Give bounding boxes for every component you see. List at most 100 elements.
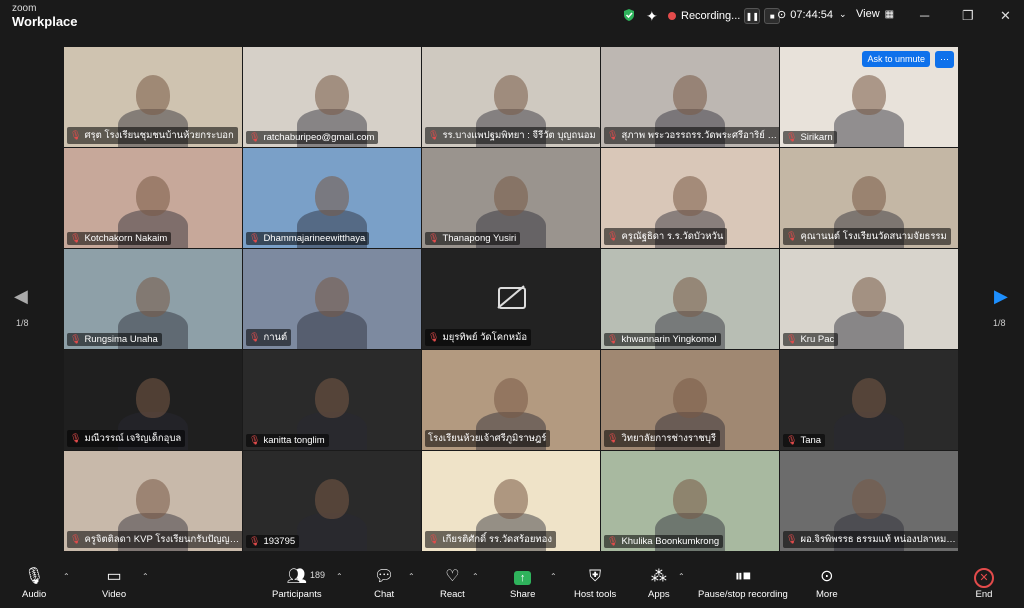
- minimize-button[interactable]: ─: [920, 8, 929, 23]
- react-options-caret-icon[interactable]: ⌃: [472, 572, 479, 581]
- muted-mic-icon: 🎙︎: [428, 130, 440, 140]
- participant-name-label: 🎙︎ Tana: [783, 434, 826, 447]
- ask-to-unmute-button[interactable]: Ask to unmute: [862, 51, 930, 67]
- muted-mic-icon: 🎙︎: [607, 334, 619, 344]
- host-tools-button[interactable]: ⛨ Host tools: [574, 566, 616, 600]
- pause-stop-recording-button[interactable]: ⏸⏹ Pause/stop recording: [698, 566, 788, 600]
- participant-name-label: 🎙︎ 193795: [246, 535, 300, 548]
- participant-name-label: 🎙︎ Sirikarn: [783, 131, 837, 144]
- more-button[interactable]: ⊙ More: [816, 566, 838, 600]
- recording-dot-icon: [668, 12, 676, 20]
- grid-icon: ▦: [884, 8, 895, 20]
- muted-mic-icon: 🎙︎: [70, 334, 82, 344]
- muted-mic-icon: 🎙︎: [786, 334, 798, 344]
- participants-options-caret-icon[interactable]: ⌃: [336, 572, 343, 581]
- participant-head: [673, 378, 707, 418]
- participant-name-label: 🎙︎ ครูจิตติลดา KVP โรงเรียนกรับปัญญาวงศ์.…: [67, 531, 242, 548]
- video-button[interactable]: ▭ Video: [102, 566, 126, 600]
- participant-tile[interactable]: 🎙︎ kanitta tonglim: [243, 350, 421, 450]
- participant-head: [136, 176, 170, 216]
- participant-head: [852, 176, 886, 216]
- participant-tile[interactable]: 🎙︎ คุณานนต์ โรงเรียนวัดสนามจัยธรรม: [780, 148, 958, 248]
- participant-tile[interactable]: 🎙︎ ผอ.จิรพิพรรธ ธรรมแท้ หน่องปลาหมอ...: [780, 451, 958, 551]
- participant-tile[interactable]: 🎙︎ ครูจิตติลดา KVP โรงเรียนกรับปัญญาวงศ์.…: [64, 451, 242, 551]
- muted-mic-icon: 🎙︎: [70, 130, 82, 140]
- audio-button[interactable]: 🎙︎ Audio: [22, 566, 46, 600]
- participant-tile[interactable]: 🎙︎ มณีวรรณ์ เจริญเด็กอุบล: [64, 350, 242, 450]
- participant-head: [673, 277, 707, 317]
- participant-tile[interactable]: 🎙︎ Tana: [780, 350, 958, 450]
- muted-mic-icon: 🎙︎: [786, 231, 798, 241]
- pause-recording-button[interactable]: ❚❚: [744, 8, 761, 24]
- participant-tile[interactable]: 🎙︎ 193795: [243, 451, 421, 551]
- muted-mic-icon: 🎙︎: [786, 435, 798, 445]
- participant-tile[interactable]: โรงเรียนห้วยเจ้าศรีภูมิราษฎร์: [422, 350, 600, 450]
- react-button[interactable]: ♡ React: [440, 566, 465, 600]
- next-page-arrow-icon[interactable]: ▶: [994, 286, 1008, 307]
- participant-tile[interactable]: 🎙︎ มยุรทิพย์ วัดโคกหม้อ: [422, 249, 600, 349]
- participant-tile[interactable]: 🎙︎ วิทยาลัยการช่างราชบุรี: [601, 350, 779, 450]
- previous-page-arrow-icon[interactable]: ◀: [14, 286, 28, 307]
- close-window-button[interactable]: ✕: [1000, 8, 1011, 24]
- share-button[interactable]: ↑ Share: [510, 566, 535, 600]
- participant-tile[interactable]: 🎙︎ ratchaburipeo@gmail.com: [243, 47, 421, 147]
- muted-mic-icon: 🎙︎: [70, 534, 82, 544]
- participant-tile[interactable]: 🎙︎ Dhammajarineewitthaya: [243, 148, 421, 248]
- apps-button[interactable]: ⁂ Apps: [648, 566, 670, 600]
- participant-name-label: 🎙︎ Kru Pac: [783, 333, 839, 346]
- view-button[interactable]: View ▦: [856, 8, 894, 20]
- video-options-caret-icon[interactable]: ⌃: [142, 572, 149, 581]
- participant-tile[interactable]: 🎙︎ รร.บางแพปฐมพิทยา : จีรีวัต บุญถนอม: [422, 47, 600, 147]
- tile-more-button[interactable]: ⋯: [935, 51, 954, 68]
- participant-name-label: 🎙︎ ศรุต โรงเรียนชุมชนบ้านห้วยกระบอก: [67, 127, 238, 144]
- participant-name-label: 🎙︎ Kotchakorn Nakaim: [67, 232, 172, 245]
- participant-tile[interactable]: 🎙︎ khwannarin Yingkomol: [601, 249, 779, 349]
- share-options-caret-icon[interactable]: ⌃: [550, 572, 557, 581]
- audio-options-caret-icon[interactable]: ⌃: [63, 572, 70, 581]
- participant-head: [315, 277, 349, 317]
- participant-tile[interactable]: 🎙︎ Thanapong Yusiri: [422, 148, 600, 248]
- muted-mic-icon: 🎙︎: [607, 231, 619, 241]
- participant-head: [852, 277, 886, 317]
- video-grid: 🎙︎ ศรุต โรงเรียนชุมชนบ้านห้วยกระบอก 🎙︎ ratc…: [64, 47, 960, 551]
- participant-name-label: 🎙︎ ratchaburipeo@gmail.com: [246, 131, 379, 144]
- participant-tile[interactable]: 🎙︎ Sirikarn Ask to unmute ⋯: [780, 47, 958, 147]
- meeting-timer[interactable]: ⊙ 07:44:54 ⌄: [777, 8, 847, 22]
- participant-name-label: 🎙︎ รร.บางแพปฐมพิทยา : จีรีวัต บุญถนอม: [425, 127, 600, 144]
- participant-tile[interactable]: 🎙︎ สุภาพ พระวอรรถรร.วัดพระศรีอาริย์ รา...: [601, 47, 779, 147]
- participant-head: [494, 378, 528, 418]
- participant-name-label: 🎙︎ กานต์: [246, 329, 292, 346]
- muted-mic-icon: 🎙︎: [249, 536, 261, 546]
- participant-tile[interactable]: 🎙︎ ศรุต โรงเรียนชุมชนบ้านห้วยกระบอก: [64, 47, 242, 147]
- participant-tile[interactable]: 🎙︎ Khulika Boonkumkrong: [601, 451, 779, 551]
- maximize-button[interactable]: ❐: [962, 8, 974, 24]
- participant-tile[interactable]: 🎙︎ เกียรติศักดิ์ รร.วัดสร้อยทอง: [422, 451, 600, 551]
- video-camera-icon: ▭: [106, 568, 122, 585]
- participant-name-label: 🎙︎ Rungsima Unaha: [67, 333, 162, 346]
- more-dots-icon: ⊙: [820, 568, 834, 585]
- muted-mic-icon: 🎙︎: [249, 132, 261, 142]
- participant-name-label: 🎙︎ Thanapong Yusiri: [425, 232, 521, 245]
- participant-head: [315, 176, 349, 216]
- encryption-shield-icon[interactable]: [622, 8, 636, 22]
- participant-tile[interactable]: 🎙︎ ครูณัฐธิดา ร.ร.วัดบัวหวัน: [601, 148, 779, 248]
- participant-name-label: 🎙︎ ผอ.จิรพิพรรธ ธรรมแท้ หน่องปลาหมอ...: [783, 531, 958, 548]
- participant-tile[interactable]: 🎙︎ Kru Pac: [780, 249, 958, 349]
- participant-name-label: 🎙︎ วิทยาลัยการช่างราชบุรี: [604, 430, 720, 447]
- participant-tile[interactable]: 🎙︎ Rungsima Unaha: [64, 249, 242, 349]
- ai-companion-icon[interactable]: ✦: [646, 8, 658, 25]
- chat-options-caret-icon[interactable]: ⌃: [408, 572, 415, 581]
- apps-icon: ⁂: [650, 568, 667, 585]
- meeting-toolbar: 🎙︎ Audio ⌃ ▭ Video ⌃ 👥︎ Participants 189…: [0, 560, 1024, 608]
- chat-button[interactable]: 💬︎ Chat: [374, 566, 394, 600]
- participant-head: [136, 378, 170, 418]
- participant-tile[interactable]: 🎙︎ กานต์: [243, 249, 421, 349]
- apps-options-caret-icon[interactable]: ⌃: [678, 572, 685, 581]
- end-meeting-button[interactable]: ✕ End: [974, 566, 994, 600]
- participant-name-label: 🎙︎ มณีวรรณ์ เจริญเด็กอุบล: [67, 430, 186, 447]
- participant-head: [136, 479, 170, 519]
- recording-indicator: Recording... ❚❚ ■: [668, 8, 781, 24]
- muted-mic-icon: 🎙︎: [607, 433, 619, 443]
- participant-name-label: 🎙︎ kanitta tonglim: [246, 434, 329, 447]
- participant-tile[interactable]: 🎙︎ Kotchakorn Nakaim: [64, 148, 242, 248]
